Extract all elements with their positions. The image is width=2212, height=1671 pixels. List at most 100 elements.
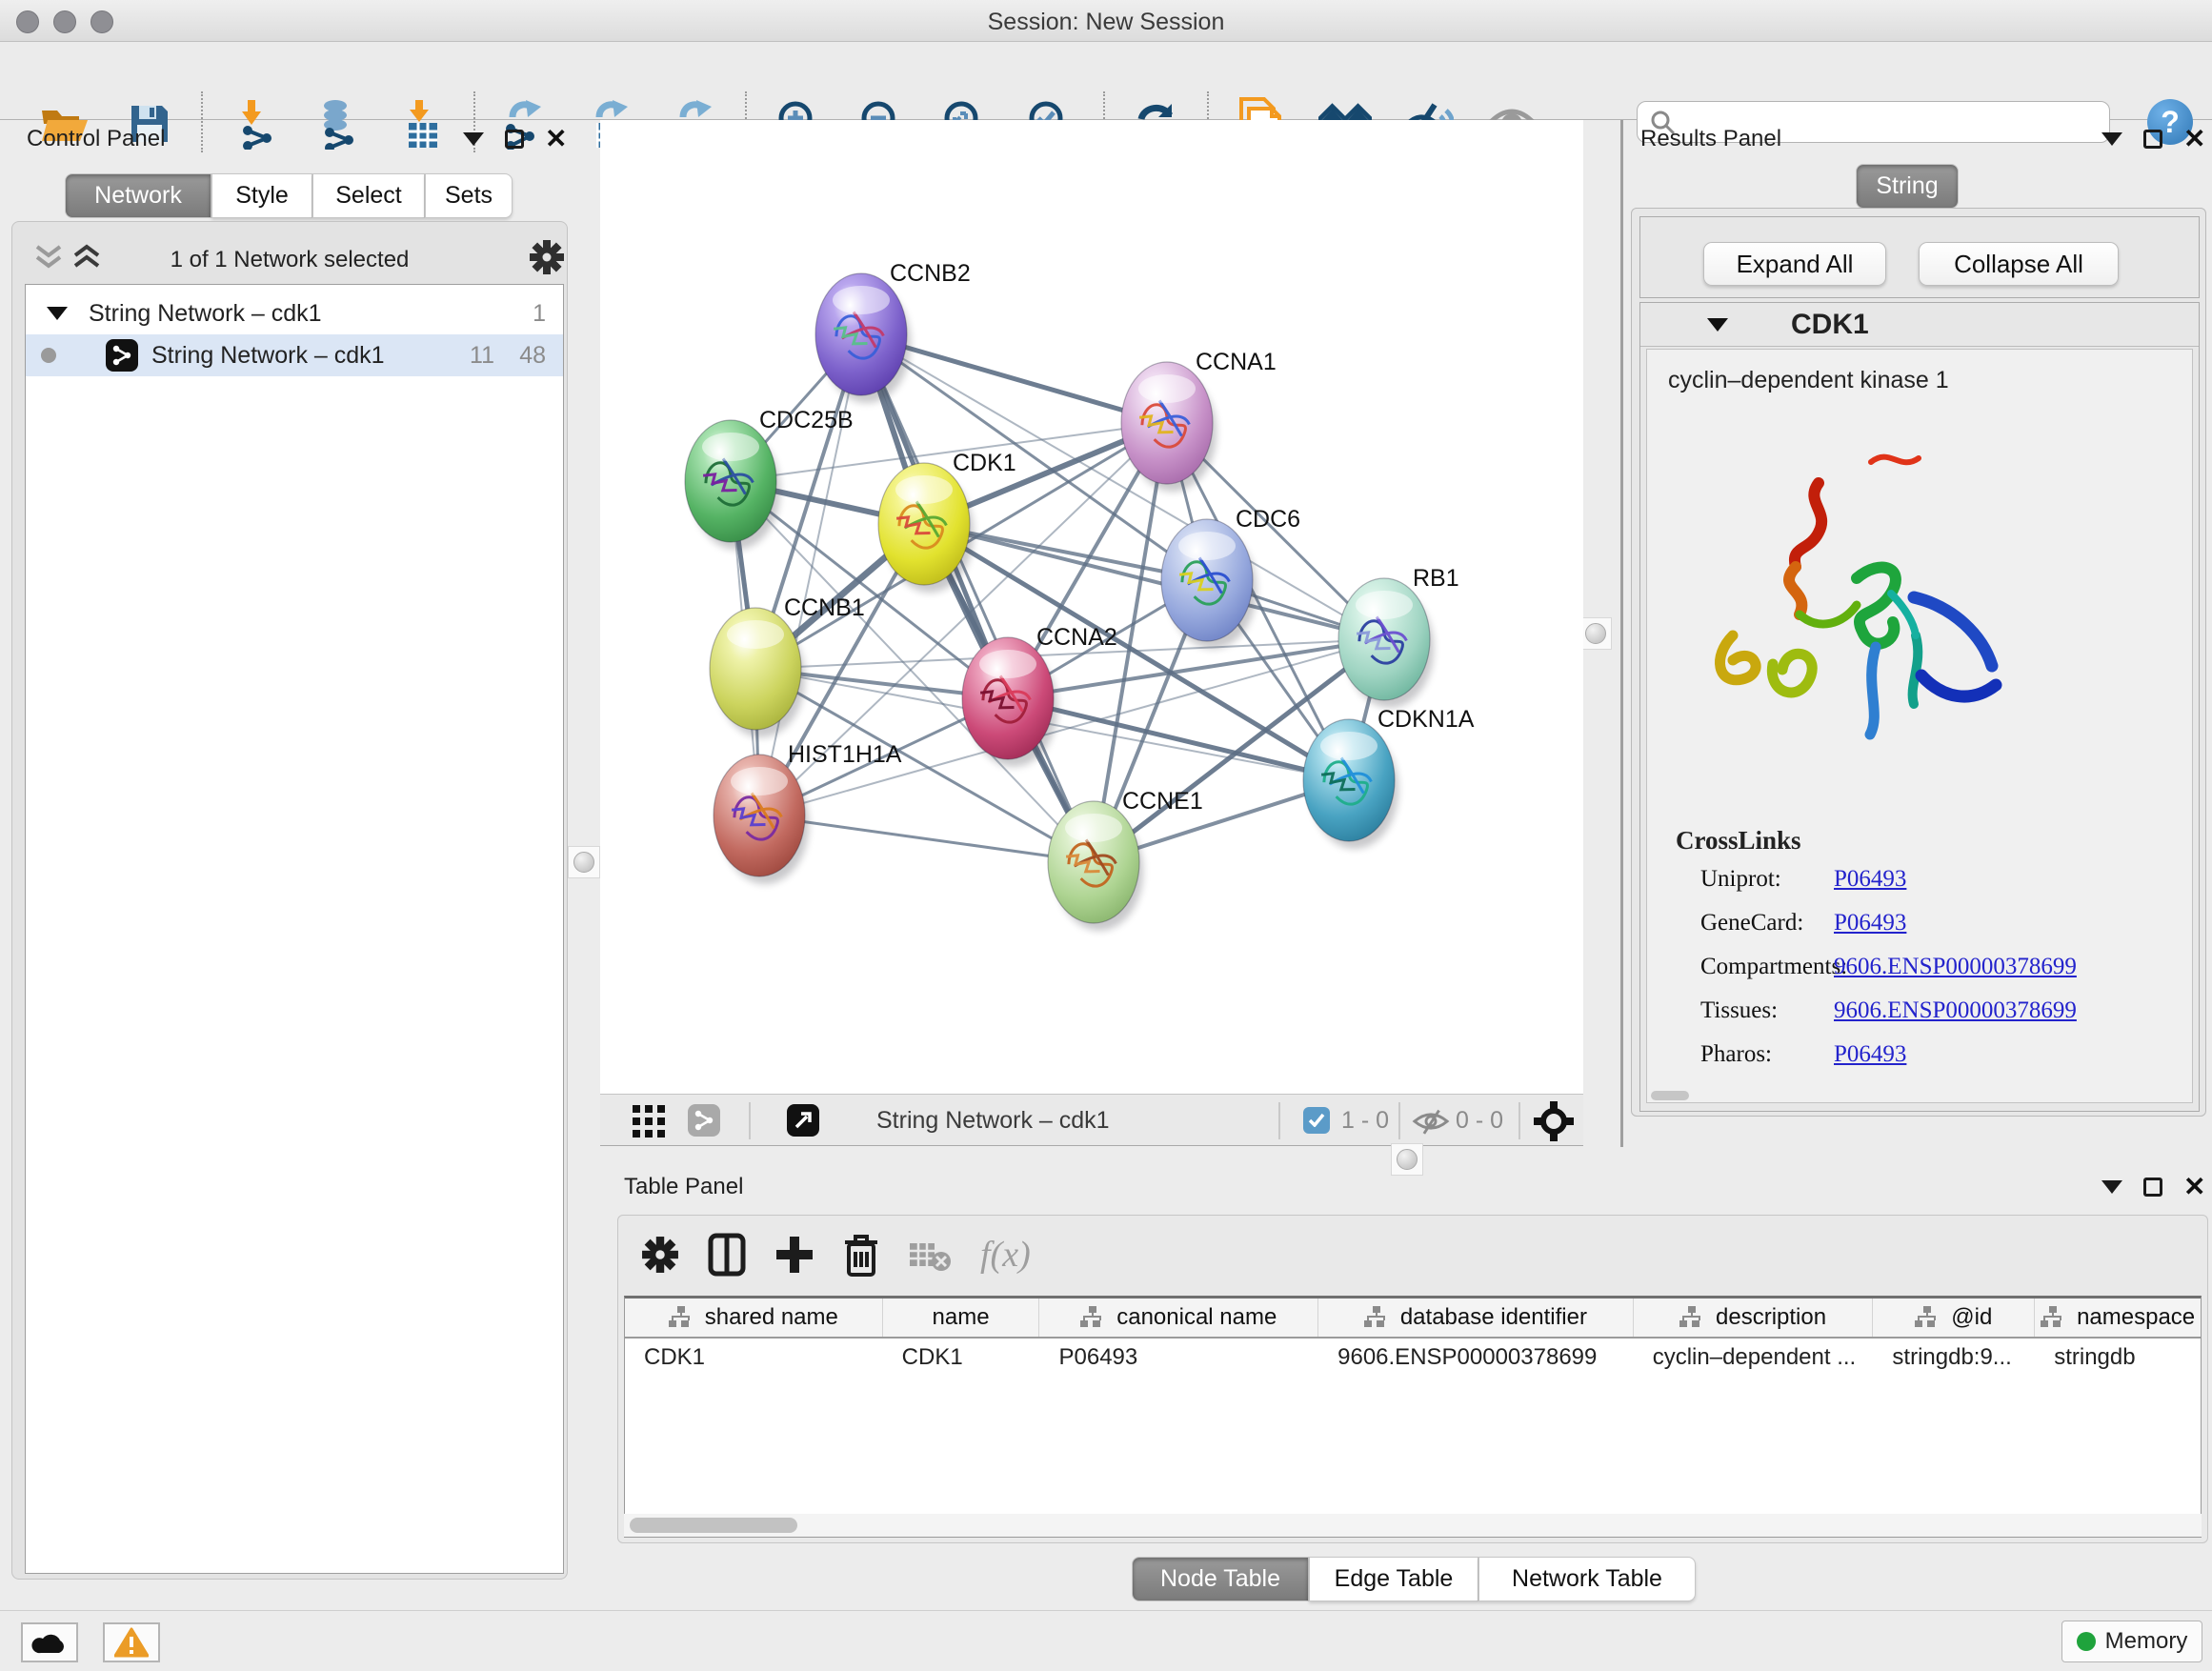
crosshair-icon[interactable] <box>1534 1101 1574 1141</box>
collapse-all-button[interactable]: Collapse All <box>1919 242 2119 286</box>
network-node-cdc6[interactable]: CDC6 <box>1161 506 1300 641</box>
hidden-counts: 0 - 0 <box>1456 1107 1503 1135</box>
table-panel-close-button[interactable]: ✕ <box>2183 1178 2205 1197</box>
toolbar-divider <box>201 91 203 152</box>
network-selection-status: 1 of 1 Network selected <box>12 247 567 273</box>
title-bar: Session: New Session <box>0 0 2212 42</box>
column-header-id[interactable]: @id <box>1873 1299 2035 1337</box>
tab-string[interactable]: String <box>1856 164 1959 209</box>
window-title: Session: New Session <box>0 9 2212 36</box>
cloud-icon <box>31 1630 68 1655</box>
plus-icon[interactable] <box>774 1235 814 1275</box>
selected-counts: 1 - 0 <box>1341 1107 1389 1135</box>
cloud-button[interactable] <box>21 1622 78 1662</box>
left-splitter[interactable] <box>572 120 596 1610</box>
string-results-box: Expand All Collapse All CDK1 cyclin–depe… <box>1631 208 2206 1117</box>
tab-network-table[interactable]: Network Table <box>1478 1557 1696 1601</box>
column-header-name[interactable]: name <box>883 1299 1040 1337</box>
crosslink-link[interactable]: 9606.ENSP00000378699 <box>1834 997 2077 1024</box>
control-panel-title: Control Panel <box>27 126 165 152</box>
crosslink-label: Pharos: <box>1700 1041 1772 1068</box>
node-label-cdk1: CDK1 <box>953 450 1016 476</box>
results-panel-close-button[interactable]: ✕ <box>2183 130 2205 149</box>
crosslink-link[interactable]: P06493 <box>1834 1041 1906 1068</box>
import-table-button[interactable] <box>396 97 450 151</box>
tab-sets[interactable]: Sets <box>425 173 513 218</box>
protein-structure-image <box>1676 445 2019 759</box>
shared-column-icon <box>2041 1306 2065 1329</box>
network-view-title: String Network – cdk1 <box>876 1107 1110 1135</box>
crosslink-link[interactable]: P06493 <box>1834 866 1906 893</box>
collection-label: String Network – cdk1 <box>89 300 322 328</box>
database-network-icon <box>314 98 362 150</box>
trash-icon[interactable] <box>843 1233 879 1277</box>
crosslink-label: Uniprot: <box>1700 866 1781 893</box>
gene-header[interactable]: CDK1 <box>1640 303 2199 347</box>
gear-icon[interactable] <box>529 239 565 275</box>
string-network-icon <box>106 339 138 372</box>
import-network-file-button[interactable] <box>231 97 285 151</box>
column-header-namespace[interactable]: namespace <box>2035 1299 2201 1337</box>
memory-button[interactable]: Memory <box>2061 1621 2202 1662</box>
network-node-ccnb1[interactable]: CCNB1 <box>710 594 865 730</box>
results-panel-menu-button[interactable] <box>2101 132 2122 146</box>
crosslink-link[interactable]: P06493 <box>1834 910 1906 936</box>
warnings-button[interactable] <box>103 1622 160 1662</box>
selected-checkbox[interactable] <box>1303 1107 1330 1134</box>
network-view-toolbar: String Network – cdk1 1 - 0 0 - 0 <box>600 1094 1583 1146</box>
results-button-box: Expand All Collapse All <box>1639 216 2200 298</box>
tab-node-table[interactable]: Node Table <box>1132 1557 1309 1601</box>
right-splitter[interactable] <box>1585 120 1623 1147</box>
tab-style[interactable]: Style <box>211 173 312 218</box>
tab-network[interactable]: Network <box>65 173 211 218</box>
network-edge-ccnb2-ccne1[interactable] <box>861 334 1094 862</box>
gene-expander-icon[interactable] <box>1707 318 1728 332</box>
network-node-rb1[interactable]: RB1 <box>1338 565 1459 700</box>
string-view-icon[interactable] <box>688 1104 720 1137</box>
crosslink-label: GeneCard: <box>1700 910 1803 936</box>
collection-expander-icon[interactable] <box>47 307 68 320</box>
table-gear-icon[interactable] <box>641 1236 679 1274</box>
table-panel-title: Table Panel <box>624 1174 743 1200</box>
node-table: shared name name canonical name database… <box>624 1296 2202 1538</box>
network-row[interactable]: String Network – cdk1 11 48 <box>26 334 563 376</box>
horizontal-splitter[interactable] <box>600 1147 1583 1172</box>
network-edge-hist1h1a-ccne1[interactable] <box>759 815 1094 862</box>
collection-count: 1 <box>533 300 546 328</box>
birds-eye-view-icon[interactable] <box>633 1105 665 1137</box>
network-node-ccnb2[interactable]: CCNB2 <box>815 260 971 395</box>
column-header-canonical-name[interactable]: canonical name <box>1039 1299 1318 1337</box>
column-header-shared-name[interactable]: shared name <box>625 1299 883 1337</box>
table-panel-float-button[interactable] <box>2143 1178 2162 1197</box>
crosslink-link[interactable]: 9606.ENSP00000378699 <box>1834 954 2077 980</box>
results-panel-float-button[interactable] <box>2143 130 2162 149</box>
network-node-ccna1[interactable]: CCNA1 <box>1121 349 1277 484</box>
node-label-cdkn1a: CDKN1A <box>1377 706 1475 733</box>
function-builder-icon-disabled: f(x) <box>980 1234 1031 1276</box>
crosslink-label: Compartments: <box>1700 954 1847 980</box>
node-label-cdc25b: CDC25B <box>759 407 854 433</box>
tab-edge-table[interactable]: Edge Table <box>1309 1557 1478 1601</box>
mini-scrollbar[interactable] <box>1651 1091 1689 1100</box>
import-network-database-button[interactable] <box>312 97 365 151</box>
control-panel-close-button[interactable]: ✕ <box>545 130 567 149</box>
add-column-icon[interactable] <box>708 1233 746 1277</box>
network-collection-row[interactable]: String Network – cdk1 1 <box>26 292 563 334</box>
table-panel-menu-button[interactable] <box>2101 1180 2122 1194</box>
node-label-ccna1: CCNA1 <box>1196 349 1277 375</box>
column-header-description[interactable]: description <box>1634 1299 1874 1337</box>
scrollbar-thumb[interactable] <box>630 1518 797 1533</box>
network-canvas[interactable]: CCNB2CCNA1CDC25BCDK1CDC6RB1CCNB1CCNA2CDK… <box>600 120 1583 1094</box>
open-in-new-window-icon[interactable] <box>787 1104 819 1137</box>
delete-table-icon-disabled <box>908 1238 952 1272</box>
table-horizontal-scrollbar[interactable] <box>624 1514 2202 1537</box>
tab-select[interactable]: Select <box>312 173 425 218</box>
footer-divider <box>1518 1102 1520 1139</box>
control-panel-float-button[interactable] <box>505 130 524 149</box>
control-panel-menu-button[interactable] <box>463 132 484 146</box>
network-node-hist1h1a[interactable]: HIST1H1A <box>714 741 902 876</box>
column-header-database-identifier[interactable]: database identifier <box>1318 1299 1634 1337</box>
expand-all-button[interactable]: Expand All <box>1703 242 1886 286</box>
table-row[interactable]: CDK1 CDK1 P06493 9606.ENSP00000378699 cy… <box>625 1339 2201 1377</box>
results-panel-title: Results Panel <box>1640 126 1781 152</box>
